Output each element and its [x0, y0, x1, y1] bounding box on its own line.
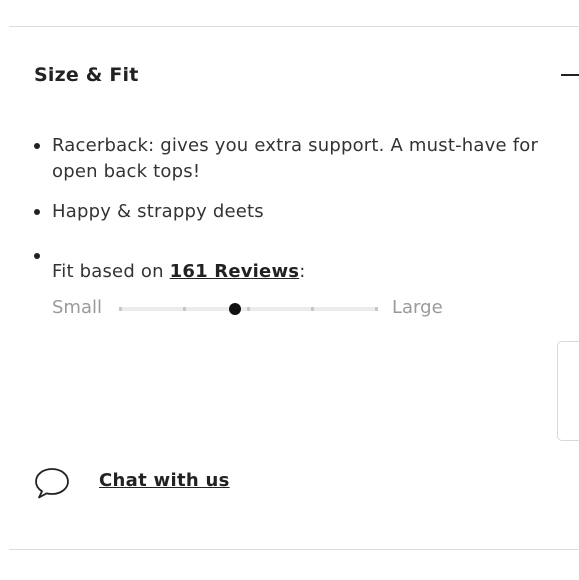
fit-rating-item: Fit based on 161 Reviews: Small Large [34, 253, 564, 333]
chat-bubble-icon [35, 468, 69, 499]
accordion-title: Size & Fit [34, 64, 139, 86]
fit-prefix: Fit based on [52, 261, 170, 282]
size-fit-panel: Size & Fit Racerback: gives you extra su… [0, 0, 579, 580]
bullet-dot [34, 143, 40, 149]
fit-suffix: : [299, 261, 306, 282]
fit-marker [229, 303, 242, 315]
list-item: Racerback: gives you extra support. A mu… [34, 133, 564, 185]
fit-scale-tick [375, 307, 378, 311]
fit-track [119, 303, 378, 315]
feature-text: Racerback: gives you extra support. A mu… [52, 135, 539, 182]
fit-summary: Fit based on 161 Reviews: [52, 259, 305, 285]
top-divider [9, 26, 579, 27]
fit-scale-tick [183, 307, 186, 311]
bullet-dot [34, 253, 40, 259]
feature-text: Happy & strappy deets [52, 201, 264, 222]
scale-low-label: Small [52, 297, 102, 318]
side-feedback-tab[interactable] [557, 341, 579, 441]
minus-icon[interactable] [561, 74, 579, 76]
fit-scale-tick [311, 307, 314, 311]
size-fit-accordion-header[interactable]: Size & Fit [34, 60, 579, 92]
bullet-dot [34, 209, 40, 215]
reviews-link[interactable]: 161 Reviews [170, 261, 300, 282]
feature-list: Racerback: gives you extra support. A mu… [34, 133, 564, 239]
list-item: Happy & strappy deets [34, 199, 564, 225]
chat-label: Chat with us [99, 470, 230, 491]
fit-scale-tick [119, 307, 122, 311]
fit-scale-tick [247, 307, 250, 311]
bottom-divider [9, 549, 579, 550]
scale-high-label: Large [392, 297, 443, 318]
fit-scale: Small Large [52, 295, 472, 321]
